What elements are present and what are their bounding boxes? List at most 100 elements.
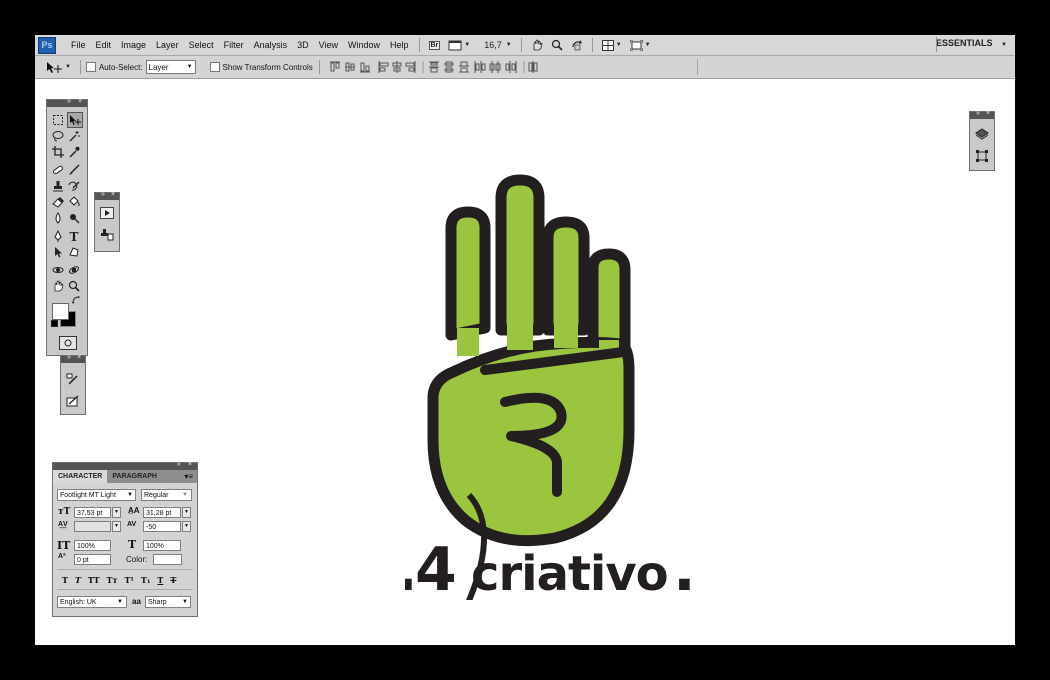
menu-3d[interactable]: 3D bbox=[292, 40, 314, 50]
paint-bucket-tool[interactable] bbox=[67, 195, 81, 209]
show-transform-checkbox[interactable] bbox=[209, 62, 220, 72]
path-selection-tool[interactable] bbox=[51, 245, 65, 259]
auto-select-dropdown[interactable]: Layer ▼ bbox=[145, 60, 196, 74]
screen-mode-button[interactable]: ▼ bbox=[444, 40, 474, 51]
layers-button[interactable] bbox=[974, 126, 990, 142]
shape-tool[interactable] bbox=[67, 245, 81, 259]
underline-button[interactable]: T bbox=[157, 575, 163, 585]
tab-paragraph[interactable]: PARAGRAPH bbox=[107, 470, 162, 483]
zoom-level-select[interactable]: 16,7 ▼ bbox=[474, 40, 515, 50]
leading-field[interactable]: 31,28 pt bbox=[143, 507, 181, 518]
marquee-icon bbox=[53, 115, 63, 125]
lasso-tool[interactable] bbox=[51, 129, 65, 143]
close-icon[interactable]: × bbox=[78, 98, 82, 105]
zoom-tool-button[interactable] bbox=[547, 39, 567, 51]
brush-tool[interactable] bbox=[67, 163, 81, 177]
collapse-icon[interactable]: » bbox=[101, 191, 105, 198]
superscript-button[interactable]: T¹ bbox=[124, 575, 133, 585]
menu-separator-3 bbox=[591, 38, 593, 52]
menu-analysis[interactable]: Analysis bbox=[249, 40, 293, 50]
tab-character[interactable]: CHARACTER bbox=[53, 470, 108, 483]
collapse-icon[interactable]: « bbox=[177, 461, 181, 468]
close-icon[interactable]: × bbox=[111, 191, 115, 198]
character-panel-header[interactable]: « × bbox=[53, 461, 197, 470]
font-size-field[interactable]: 37,53 pt bbox=[74, 507, 111, 518]
collapse-icon[interactable]: » bbox=[67, 98, 71, 105]
hand-tool-button[interactable] bbox=[527, 39, 547, 51]
all-caps-button[interactable]: TT bbox=[88, 575, 100, 585]
auto-select-checkbox[interactable] bbox=[85, 62, 96, 72]
baseline-shift-field[interactable]: 0 pt bbox=[74, 554, 111, 565]
subscript-button[interactable]: T₁ bbox=[141, 575, 150, 585]
menu-select[interactable]: Select bbox=[184, 40, 219, 50]
healing-brush-tool[interactable] bbox=[51, 163, 65, 177]
close-icon[interactable]: × bbox=[188, 461, 192, 468]
pen-tool[interactable] bbox=[51, 229, 65, 243]
kerning-dropdown[interactable]: ▼ bbox=[112, 521, 121, 532]
move-tool[interactable] bbox=[67, 112, 83, 128]
clone-source-button[interactable] bbox=[99, 227, 115, 243]
rotate-view-button[interactable] bbox=[567, 39, 587, 51]
font-size-dropdown[interactable]: ▼ bbox=[112, 507, 121, 518]
quick-mask-button[interactable] bbox=[59, 336, 77, 350]
paths-button[interactable] bbox=[974, 148, 990, 164]
play-action-button[interactable] bbox=[99, 205, 115, 221]
eraser-tool[interactable] bbox=[51, 195, 65, 209]
panel-menu-icon[interactable]: ▾≡ bbox=[184, 470, 197, 483]
faux-italic-button[interactable]: T bbox=[75, 575, 81, 585]
brush-presets-button[interactable] bbox=[65, 372, 81, 388]
tool-presets-button[interactable] bbox=[65, 394, 81, 410]
collapse-icon[interactable]: » bbox=[67, 354, 71, 361]
tracking-field[interactable]: -50 bbox=[143, 521, 181, 532]
small-caps-button[interactable]: Tт bbox=[107, 575, 118, 585]
collapse-icon[interactable]: » bbox=[976, 110, 980, 117]
default-colors-button[interactable] bbox=[51, 320, 58, 327]
dodge-tool[interactable] bbox=[67, 211, 81, 225]
swap-colors-button[interactable] bbox=[71, 295, 81, 305]
tracking-dropdown[interactable]: ▼ bbox=[182, 521, 191, 532]
vertical-scale-field[interactable]: 100% bbox=[74, 540, 111, 551]
faux-bold-button[interactable]: T bbox=[62, 575, 68, 585]
menu-help[interactable]: Help bbox=[385, 40, 414, 50]
brushes-panel-header[interactable]: » × bbox=[61, 354, 85, 363]
font-family-select[interactable]: Footlight MT Light bbox=[57, 489, 136, 501]
move-tool-preset[interactable]: ▼ bbox=[41, 60, 75, 74]
close-icon[interactable]: × bbox=[986, 110, 990, 117]
brushes-panel: » × bbox=[60, 354, 86, 415]
tools-panel-header[interactable]: » × bbox=[47, 98, 87, 107]
horizontal-scale-field[interactable]: 100% bbox=[143, 540, 181, 551]
hand-tool[interactable] bbox=[51, 279, 65, 293]
workspace-switcher[interactable]: ESSENTIALS ▼ bbox=[936, 38, 1007, 48]
type-tool[interactable]: T bbox=[67, 229, 81, 243]
close-icon[interactable]: × bbox=[77, 354, 81, 361]
actions-panel-header[interactable]: » × bbox=[95, 191, 119, 200]
menu-file[interactable]: File bbox=[66, 40, 91, 50]
blur-tool[interactable] bbox=[51, 211, 65, 225]
crop-tool[interactable] bbox=[51, 145, 65, 159]
menu-window[interactable]: Window bbox=[343, 40, 385, 50]
layers-dock-header[interactable]: » × bbox=[970, 110, 994, 119]
marquee-tool[interactable] bbox=[51, 113, 65, 127]
zoom-tool[interactable] bbox=[67, 279, 81, 293]
text-color-swatch[interactable] bbox=[153, 554, 182, 565]
arrange-documents-button[interactable]: ▼ bbox=[598, 39, 626, 51]
strikethrough-button[interactable]: T bbox=[170, 575, 176, 585]
eyedropper-tool[interactable] bbox=[67, 145, 81, 159]
foreground-color-swatch[interactable] bbox=[52, 303, 69, 320]
3d-rotate-tool[interactable] bbox=[51, 263, 65, 277]
align-buttons[interactable] bbox=[327, 60, 557, 74]
menu-image[interactable]: Image bbox=[116, 40, 151, 50]
magic-wand-tool[interactable] bbox=[67, 129, 81, 143]
3d-orbit-tool[interactable] bbox=[67, 263, 81, 277]
clone-stamp-tool[interactable] bbox=[51, 179, 65, 193]
menu-filter[interactable]: Filter bbox=[219, 40, 249, 50]
tools-panel: » × T bbox=[46, 98, 88, 356]
leading-dropdown[interactable]: ▼ bbox=[182, 507, 191, 518]
screen-layout-button[interactable]: ▼ bbox=[626, 39, 655, 51]
bridge-button[interactable]: Br bbox=[425, 40, 445, 50]
history-brush-tool[interactable] bbox=[67, 179, 81, 193]
menu-view[interactable]: View bbox=[314, 40, 343, 50]
kerning-field[interactable] bbox=[74, 521, 111, 532]
menu-layer[interactable]: Layer bbox=[151, 40, 184, 50]
menu-edit[interactable]: Edit bbox=[91, 40, 117, 50]
